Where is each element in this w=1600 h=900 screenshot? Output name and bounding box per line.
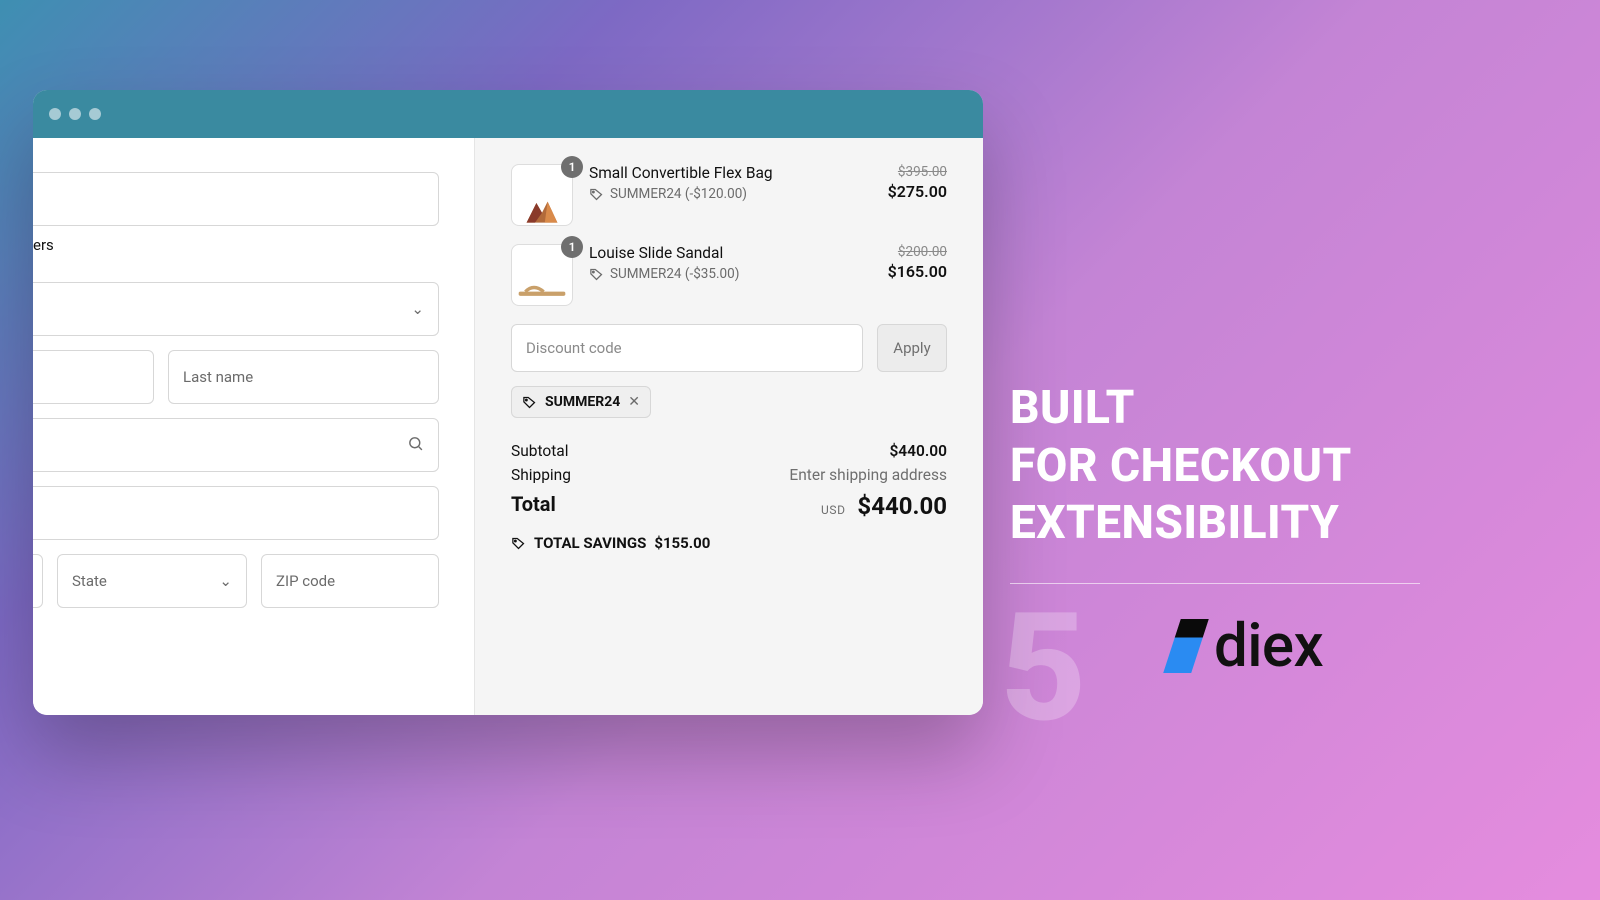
old-price: $200.00 <box>888 244 947 260</box>
chip-code: SUMMER24 <box>545 394 620 410</box>
brand-name: diex <box>1214 610 1323 681</box>
save-info-text: xt time <box>33 630 450 648</box>
apt-field[interactable]: ) <box>33 486 439 540</box>
order-summary-pane: 1 Small Convertible Flex Bag SUMMER24 (-… <box>475 138 983 715</box>
old-price: $395.00 <box>888 164 947 180</box>
discount-placeholder: Discount code <box>526 339 622 357</box>
divider <box>1010 583 1420 584</box>
titlebar <box>33 90 983 138</box>
brand-slash-icon <box>1163 619 1209 673</box>
cart-item: 1 Louise Slide Sandal SUMMER24 (-$35.00)… <box>511 244 947 306</box>
tag-icon <box>511 536 526 551</box>
city-field[interactable] <box>33 554 43 608</box>
traffic-light-max[interactable] <box>89 108 101 120</box>
product-name: Small Convertible Flex Bag <box>589 164 872 182</box>
state-placeholder: State <box>72 572 107 590</box>
total-value: $440.00 <box>857 492 947 520</box>
discount-code-input[interactable]: Discount code <box>511 324 863 372</box>
last-name-placeholder: Last name <box>183 368 253 386</box>
shipping-label: Shipping <box>511 466 571 484</box>
zip-placeholder: ZIP code <box>276 572 335 590</box>
subtotal-label: Subtotal <box>511 442 568 460</box>
checkout-form-pane: ers ⌄ Last name ) <box>33 138 475 715</box>
cart-item: 1 Small Convertible Flex Bag SUMMER24 (-… <box>511 164 947 226</box>
zip-field[interactable]: ZIP code <box>261 554 439 608</box>
price: $165.00 <box>888 262 947 281</box>
tag-icon <box>522 395 537 410</box>
country-select[interactable]: ⌄ <box>33 282 439 336</box>
address-field[interactable] <box>33 418 439 472</box>
remove-discount-icon[interactable]: ✕ <box>628 394 640 410</box>
qty-badge: 1 <box>561 156 583 178</box>
watermark-number: 5 <box>1000 580 1087 756</box>
first-name-field[interactable] <box>33 350 154 404</box>
price: $275.00 <box>888 182 947 201</box>
applied-discount-chip: SUMMER24 ✕ <box>511 386 651 418</box>
apply-button[interactable]: Apply <box>877 324 947 372</box>
product-name: Louise Slide Sandal <box>589 244 872 262</box>
total-currency: USD <box>821 503 846 517</box>
state-select[interactable]: State ⌄ <box>57 554 247 608</box>
tag-icon <box>589 187 604 202</box>
chevron-down-icon: ⌄ <box>411 300 424 318</box>
hero-headline: BUILT FOR CHECKOUT EXTENSIBILITY <box>1010 380 1420 604</box>
traffic-light-close[interactable] <box>49 108 61 120</box>
chevron-down-icon: ⌄ <box>219 572 232 590</box>
savings-value: $155.00 <box>654 534 710 552</box>
qty-badge: 1 <box>561 236 583 258</box>
shipping-value: Enter shipping address <box>789 466 947 484</box>
traffic-light-min[interactable] <box>69 108 81 120</box>
total-label: Total <box>511 492 556 520</box>
discount-line: SUMMER24 (-$35.00) <box>610 266 739 282</box>
brand-logo: diex <box>1172 610 1323 681</box>
subtotal-value: $440.00 <box>889 442 947 460</box>
search-icon <box>407 435 424 456</box>
discount-line: SUMMER24 (-$120.00) <box>610 186 747 202</box>
email-field[interactable] <box>33 172 439 226</box>
tag-icon <box>589 267 604 282</box>
offers-text: ers <box>33 236 450 254</box>
app-window: ers ⌄ Last name ) <box>33 90 983 715</box>
savings-label: TOTAL SAVINGS <box>534 534 646 552</box>
last-name-field[interactable]: Last name <box>168 350 439 404</box>
